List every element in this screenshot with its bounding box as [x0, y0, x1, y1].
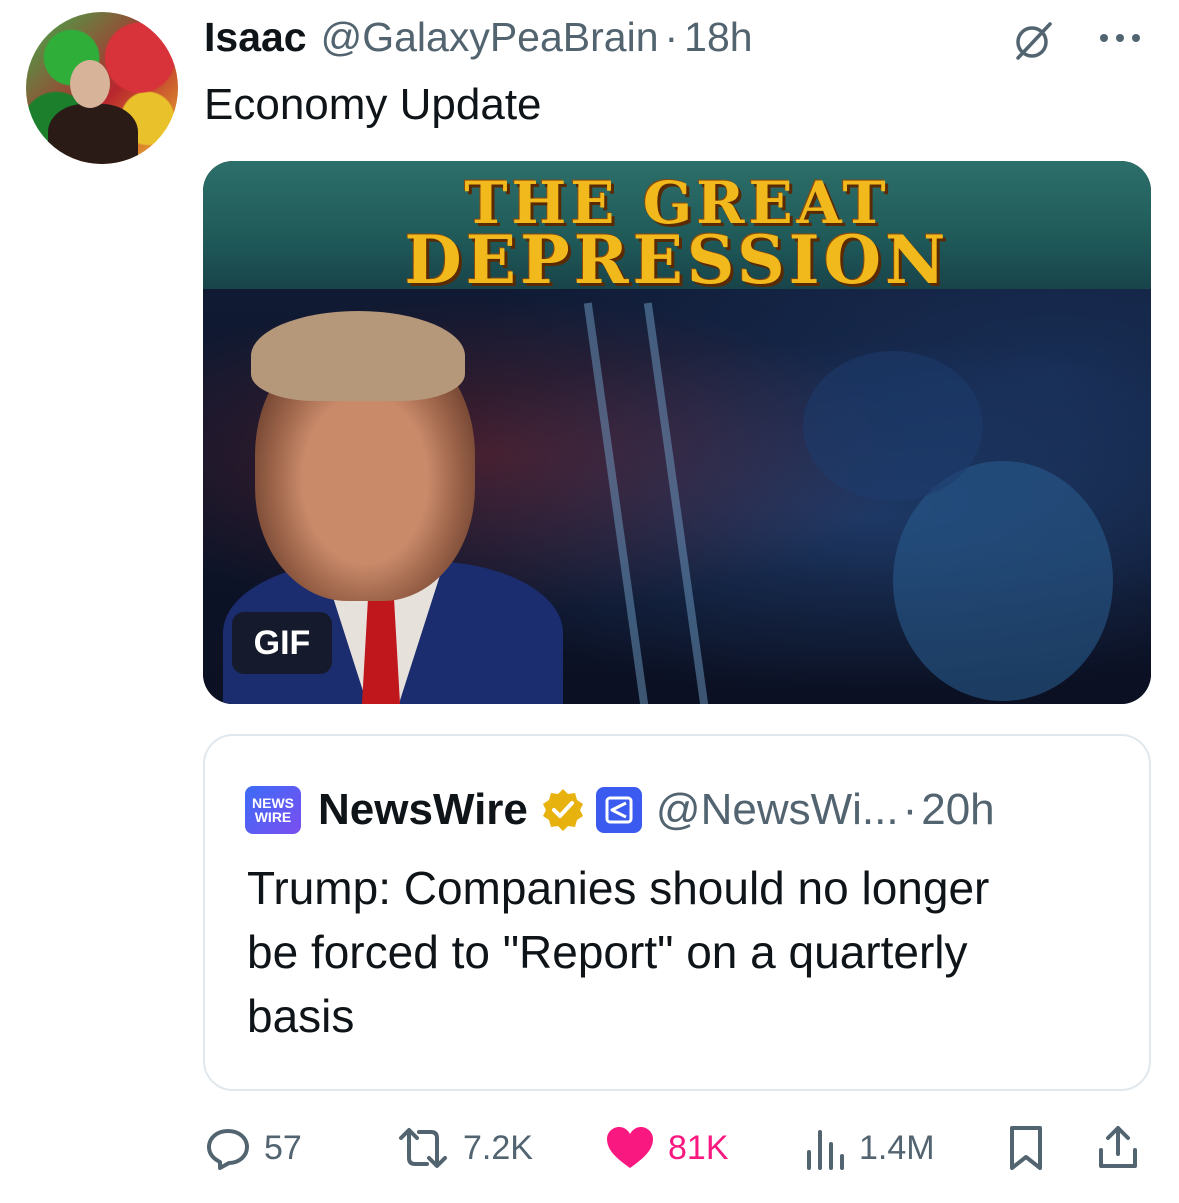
tweet-media-gif[interactable]: THE GREAT DEPRESSION	[203, 161, 1151, 704]
author-avatar[interactable]	[26, 12, 178, 164]
repost-count: 7.2K	[463, 1128, 533, 1167]
quoted-author-name[interactable]: NewsWire	[318, 785, 528, 835]
person-hair	[251, 311, 465, 401]
quoted-separator: ·	[902, 785, 918, 834]
avatar-face	[70, 60, 110, 108]
heart-icon	[607, 1127, 653, 1168]
share-icon	[1099, 1126, 1137, 1168]
reply-icon	[207, 1129, 249, 1170]
views-button[interactable]: 1.4M	[803, 1118, 935, 1178]
header-separator: ·	[664, 13, 679, 60]
repost-button[interactable]: 7.2K	[395, 1118, 533, 1178]
bookmark-button[interactable]	[1006, 1118, 1046, 1178]
quoted-tweet-text: Trump: Companies should no longer be for…	[247, 856, 1127, 1048]
quoted-text-line: be forced to "Report" on a quarterly	[247, 926, 968, 978]
views-icon	[807, 1130, 844, 1170]
author-name[interactable]: Isaac	[204, 14, 307, 61]
scene-figure	[803, 351, 983, 501]
quoted-text-line: basis	[247, 990, 355, 1042]
logo-text-top: NEWS	[252, 795, 294, 811]
newswire-logo[interactable]: NEWS WIRE	[245, 786, 301, 834]
more-icon[interactable]	[1098, 32, 1142, 44]
reply-count: 57	[264, 1128, 302, 1167]
quoted-author-handle[interactable]: @NewsWi...	[656, 785, 899, 835]
bookmark-icon	[1010, 1126, 1042, 1170]
avatar-body	[48, 104, 138, 164]
tweet-text: Economy Update	[204, 80, 542, 129]
views-count: 1.4M	[859, 1128, 935, 1167]
share-button[interactable]	[1096, 1118, 1140, 1178]
author-handle[interactable]: @GalaxyPeaBrain	[321, 14, 659, 61]
affiliate-icon	[595, 787, 642, 833]
quoted-text-line: Trump: Companies should no longer	[247, 862, 990, 914]
reply-button[interactable]: 57	[204, 1118, 302, 1178]
gif-title-banner: THE GREAT DEPRESSION	[203, 161, 1151, 299]
grok-icon[interactable]	[1012, 18, 1056, 62]
quoted-header: NewsWire @NewsWi... · 20h	[318, 782, 995, 838]
verified-gold-icon	[542, 789, 583, 831]
logo-text-bottom: WIRE	[254, 809, 292, 825]
like-count: 81K	[668, 1128, 729, 1167]
gif-badge: GIF	[232, 612, 332, 674]
gif-title-line2: DEPRESSION	[404, 221, 950, 299]
retweet-icon	[399, 1128, 447, 1168]
tweet-header: Isaac @GalaxyPeaBrain · 18h	[204, 12, 753, 62]
scene-figure	[893, 461, 1113, 701]
quoted-time[interactable]: 20h	[921, 785, 994, 835]
tweet-actions-bar: 57 7.2K 81K 1.4M	[0, 1118, 1179, 1178]
like-button[interactable]: 81K	[604, 1118, 729, 1178]
tweet-time[interactable]: 18h	[684, 14, 752, 61]
